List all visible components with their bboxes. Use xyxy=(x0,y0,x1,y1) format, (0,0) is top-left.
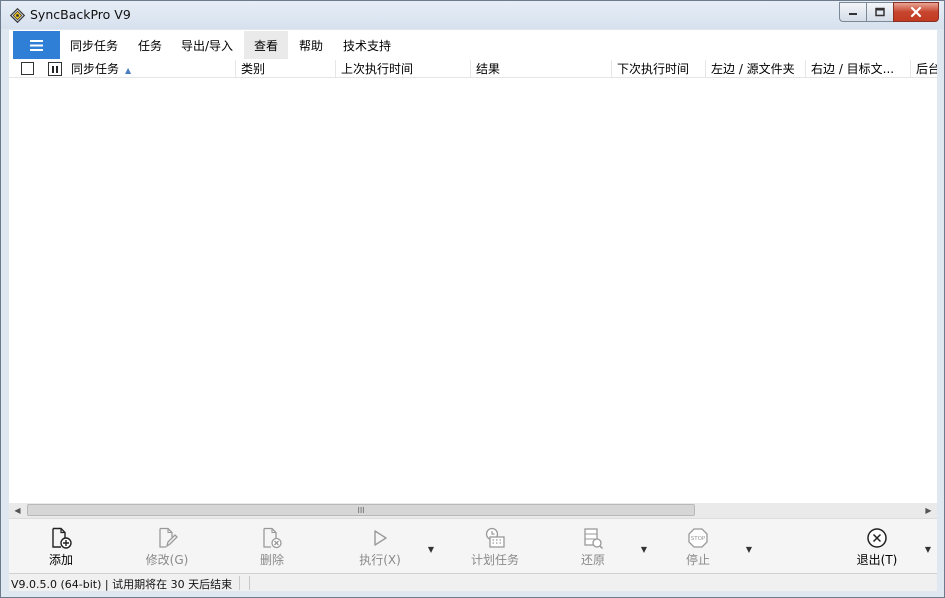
window-controls xyxy=(839,2,939,22)
status-separator xyxy=(239,576,240,590)
column-label: 左边 / 源文件夹 xyxy=(711,62,795,76)
exit-button[interactable]: 退出(T) xyxy=(842,527,912,568)
hamburger-icon xyxy=(30,39,43,51)
status-text: V9.0.5.0 (64-bit) | 试用期将在 30 天后结束 xyxy=(11,578,233,591)
column-label: 类别 xyxy=(241,62,266,76)
modify-label: 修改(G) xyxy=(145,553,189,567)
stop-button[interactable]: STOP 停止 xyxy=(663,527,733,568)
restore-dropdown-icon[interactable]: ▼ xyxy=(639,545,649,554)
modify-button[interactable]: 修改(G) xyxy=(132,527,202,568)
minimize-button[interactable] xyxy=(839,2,866,22)
schedule-button[interactable]: 计划任务 xyxy=(460,527,530,568)
restore-button[interactable]: 还原 xyxy=(558,527,628,568)
column-last-run[interactable]: 上次执行时间 xyxy=(336,60,471,78)
run-button[interactable]: 执行(X) xyxy=(345,527,415,568)
stop-label: 停止 xyxy=(685,553,710,567)
menu-bar: 同步任务 任务 导出/导入 查看 帮助 技术支持 xyxy=(9,30,937,60)
status-bar: V9.0.5.0 (64-bit) | 试用期将在 30 天后结束 xyxy=(9,573,937,591)
menu-sync-tasks[interactable]: 同步任务 xyxy=(60,31,128,59)
column-right-destination[interactable]: 右边 / 目标文... xyxy=(806,60,911,78)
task-list[interactable] xyxy=(9,78,937,503)
column-left-source[interactable]: 左边 / 源文件夹 xyxy=(706,60,806,78)
scrollbar-thumb[interactable]: III xyxy=(27,504,695,516)
column-sync-task[interactable]: 同步任务 ▲ xyxy=(66,60,236,78)
menu-view[interactable]: 查看 xyxy=(244,31,289,59)
menu-help[interactable]: 帮助 xyxy=(289,31,333,59)
column-next-run[interactable]: 下次执行时间 xyxy=(612,60,706,78)
column-label: 右边 / 目标文... xyxy=(811,62,895,76)
column-label: 上次执行时间 xyxy=(341,62,414,76)
toolbar-overflow-dropdown-icon[interactable]: ▼ xyxy=(923,545,933,554)
add-document-icon xyxy=(52,527,72,549)
delete-button[interactable]: 删除 xyxy=(237,527,307,568)
client-area: 同步任务 任务 导出/导入 查看 帮助 技术支持 同步任务 ▲ 类别 上次执行时间… xyxy=(9,30,937,591)
maximize-button[interactable] xyxy=(866,2,893,22)
stop-dropdown-icon[interactable]: ▼ xyxy=(744,545,754,554)
column-category[interactable]: 类别 xyxy=(236,60,336,78)
run-dropdown-icon[interactable]: ▼ xyxy=(426,545,436,554)
select-all-checkbox[interactable] xyxy=(21,62,34,75)
pause-column-header[interactable] xyxy=(48,62,62,76)
exit-circle-x-icon xyxy=(867,528,887,548)
play-icon xyxy=(374,530,387,546)
exit-label: 退出(T) xyxy=(856,553,898,567)
restore-icon xyxy=(584,528,604,549)
column-label: 结果 xyxy=(476,62,501,76)
status-separator xyxy=(249,576,250,590)
sort-ascending-icon: ▲ xyxy=(125,66,132,75)
delete-label: 删除 xyxy=(259,553,284,567)
close-button[interactable] xyxy=(893,2,939,22)
maximize-icon xyxy=(875,7,885,17)
bottom-toolbar: 添加 修改(G) 删除 执行(X) ▼ 计划任务 还原 ▼ STOP 停止 ▼ … xyxy=(9,518,937,573)
syncback-logo-icon xyxy=(10,8,25,23)
schedule-calendar-icon xyxy=(485,527,505,548)
horizontal-scrollbar[interactable]: ◀ III ▶ xyxy=(9,503,937,518)
close-icon xyxy=(910,6,922,18)
minimize-icon xyxy=(849,13,857,15)
stop-sign-text: STOP xyxy=(691,536,706,542)
menu-tech-support[interactable]: 技术支持 xyxy=(333,31,401,59)
restore-label: 还原 xyxy=(580,553,605,567)
add-button[interactable]: 添加 xyxy=(26,527,96,568)
column-label: 后台 xyxy=(916,62,937,76)
delete-document-icon xyxy=(263,527,282,549)
window-title: SyncBackPro V9 xyxy=(30,7,131,22)
add-label: 添加 xyxy=(48,553,73,567)
column-background[interactable]: 后台 xyxy=(911,60,937,78)
list-header: 同步任务 ▲ 类别 上次执行时间 结果 下次执行时间 左边 / 源文件夹 右边 /… xyxy=(9,60,937,78)
column-result[interactable]: 结果 xyxy=(471,60,612,78)
scroll-left-button[interactable]: ◀ xyxy=(9,503,26,518)
hamburger-menu-button[interactable] xyxy=(13,31,60,59)
stop-sign-icon: STOP xyxy=(688,528,708,548)
edit-document-icon xyxy=(159,527,178,548)
scroll-right-button[interactable]: ▶ xyxy=(920,503,937,518)
run-label: 执行(X) xyxy=(359,553,401,567)
menu-task[interactable]: 任务 xyxy=(128,31,172,59)
column-label: 下次执行时间 xyxy=(617,62,690,76)
title-bar[interactable]: SyncBackPro V9 xyxy=(1,1,944,29)
column-label: 同步任务 xyxy=(71,62,120,76)
app-window: SyncBackPro V9 同步任务 任务 导出/导入 查看 帮助 技术支持 … xyxy=(0,0,945,598)
scrollbar-grip: III xyxy=(357,506,365,515)
schedule-label: 计划任务 xyxy=(470,553,519,567)
menu-export-import[interactable]: 导出/导入 xyxy=(171,31,243,59)
